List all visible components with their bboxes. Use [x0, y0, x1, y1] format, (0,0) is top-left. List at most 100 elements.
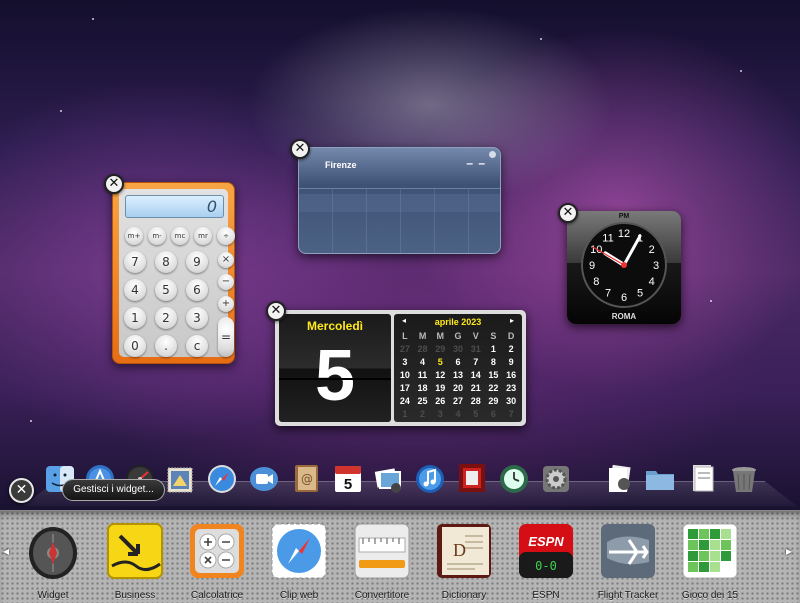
close-calculator-button[interactable]: ✕	[104, 174, 124, 194]
widget-bar-item-web-clip[interactable]: Clip web	[250, 522, 334, 602]
calc-key-7[interactable]: 7	[124, 251, 146, 273]
calendar-day[interactable]: 14	[467, 370, 485, 380]
calc-key-mc[interactable]: mc	[171, 227, 189, 245]
widget-bar-next-arrow[interactable]: ▸	[786, 544, 796, 558]
calendar-day[interactable]: 12	[431, 370, 449, 380]
calc-key-0[interactable]: 0	[124, 335, 146, 357]
calendar-day[interactable]: 29	[431, 344, 449, 354]
calendar-day[interactable]: 27	[396, 344, 414, 354]
manage-widgets-button[interactable]: Gestisci i widget...	[62, 479, 165, 501]
calendar-next-month-button[interactable]: ▸	[510, 316, 514, 325]
calendar-day[interactable]: 7	[467, 357, 485, 367]
ical-icon[interactable]: 5	[332, 462, 364, 494]
widget-bar-item-business[interactable]: Business	[86, 522, 170, 602]
widget-bar-item-tile-game[interactable]: Gioco dei 15	[661, 522, 745, 602]
close-clock-button[interactable]: ✕	[558, 203, 578, 223]
calendar-day[interactable]: 19	[431, 383, 449, 393]
preview-stack-icon[interactable]	[604, 462, 636, 494]
calc-key-5[interactable]: 5	[155, 279, 177, 301]
calc-key-minus[interactable]: −	[218, 274, 234, 290]
safari-icon[interactable]	[206, 462, 238, 494]
calc-key-2[interactable]: 2	[155, 307, 177, 329]
calendar-day[interactable]: 4	[449, 409, 467, 419]
calendar-day[interactable]: 24	[396, 396, 414, 406]
calendar-day[interactable]: 16	[502, 370, 520, 380]
calc-key-clear[interactable]: c	[186, 335, 208, 357]
applications-folder-icon[interactable]	[644, 462, 676, 494]
calendar-day[interactable]: 2	[502, 344, 520, 354]
calendar-day[interactable]: 17	[396, 383, 414, 393]
widget-bar-item-espn[interactable]: ESPN 0-0 ESPN	[497, 522, 581, 602]
facetime-icon[interactable]	[248, 462, 280, 494]
calendar-day[interactable]: 2	[414, 409, 432, 419]
calendar-day[interactable]: 3	[431, 409, 449, 419]
calendar-day[interactable]: 6	[485, 409, 503, 419]
calendar-day[interactable]: 15	[485, 370, 503, 380]
calc-key-mminus[interactable]: m-	[148, 227, 166, 245]
calendar-day[interactable]: 13	[449, 370, 467, 380]
calendar-day[interactable]: 31	[467, 344, 485, 354]
info-icon[interactable]	[489, 151, 496, 158]
iphoto-icon[interactable]	[372, 462, 404, 494]
mail-stamp-icon[interactable]	[164, 462, 196, 494]
calendar-day[interactable]: 22	[485, 383, 503, 393]
calc-key-4[interactable]: 4	[124, 279, 146, 301]
tile	[710, 551, 720, 561]
calendar-day[interactable]: 27	[449, 396, 467, 406]
itunes-icon[interactable]	[414, 462, 446, 494]
calculator-widget[interactable]: 0 m+ m- mc mr ÷ 7 8 9 × 4 5 6 − + 1 2 3 …	[112, 182, 235, 364]
widget-bar-item-dictionary[interactable]: D Dictionary	[415, 522, 499, 602]
widget-bar-item-calculator[interactable]: Calcolatrice	[168, 522, 252, 602]
address-book-icon[interactable]: @	[290, 462, 322, 494]
calc-key-9[interactable]: 9	[186, 251, 208, 273]
calendar-day[interactable]: 9	[502, 357, 520, 367]
calc-key-plus[interactable]: +	[218, 296, 234, 312]
calc-key-3[interactable]: 3	[186, 307, 208, 329]
calendar-day[interactable]: 5	[467, 409, 485, 419]
calendar-day[interactable]: 21	[467, 383, 485, 393]
calc-key-6[interactable]: 6	[186, 279, 208, 301]
close-weather-button[interactable]: ✕	[290, 139, 310, 159]
calendar-day[interactable]: 30	[449, 344, 467, 354]
calendar-day[interactable]: 8	[485, 357, 503, 367]
calendar-day[interactable]: 28	[467, 396, 485, 406]
widget-bar-item-widget[interactable]: Widget	[4, 522, 88, 602]
calendar-day[interactable]: 30	[502, 396, 520, 406]
documents-stack-icon[interactable]	[686, 462, 718, 494]
calendar-today[interactable]: 5	[431, 357, 449, 367]
calendar-day[interactable]: 18	[414, 383, 432, 393]
calendar-day[interactable]: 1	[396, 409, 414, 419]
calc-key-equals[interactable]: =	[218, 317, 234, 357]
calc-key-8[interactable]: 8	[155, 251, 177, 273]
widget-bar-item-converter[interactable]: Convertitore	[333, 522, 417, 602]
widget-bar-item-flight-tracker[interactable]: Flight Tracker	[579, 522, 663, 602]
close-all-widgets-button[interactable]: ✕	[9, 478, 34, 503]
calc-key-divide[interactable]: ÷	[217, 227, 235, 245]
trash-icon[interactable]	[728, 462, 760, 494]
world-clock-widget[interactable]: PM 121234567891011 ROMA	[567, 211, 681, 324]
calendar-widget[interactable]: Mercoledì 5 ◂ aprile 2023 ▸ LMMGVSD 27 28…	[275, 310, 526, 426]
time-machine-icon[interactable]	[498, 462, 530, 494]
calendar-day[interactable]: 7	[502, 409, 520, 419]
calc-key-mplus[interactable]: m+	[125, 227, 143, 245]
system-preferences-icon[interactable]	[540, 462, 572, 494]
calendar-day[interactable]: 6	[449, 357, 467, 367]
calendar-day[interactable]: 26	[431, 396, 449, 406]
calc-key-1[interactable]: 1	[124, 307, 146, 329]
calendar-day[interactable]: 10	[396, 370, 414, 380]
close-calendar-button[interactable]: ✕	[266, 301, 286, 321]
calc-key-multiply[interactable]: ×	[218, 252, 234, 268]
calendar-day[interactable]: 1	[485, 344, 503, 354]
calendar-day[interactable]: 28	[414, 344, 432, 354]
calc-key-mr[interactable]: mr	[194, 227, 212, 245]
calendar-day[interactable]: 11	[414, 370, 432, 380]
weather-widget[interactable]: Firenze – –	[298, 147, 501, 254]
calendar-day[interactable]: 20	[449, 383, 467, 393]
photo-booth-icon[interactable]	[456, 462, 488, 494]
calendar-day[interactable]: 25	[414, 396, 432, 406]
calendar-day[interactable]: 3	[396, 357, 414, 367]
calendar-day[interactable]: 4	[414, 357, 432, 367]
calendar-day[interactable]: 29	[485, 396, 503, 406]
calendar-day[interactable]: 23	[502, 383, 520, 393]
calc-key-decimal[interactable]: .	[155, 335, 177, 357]
